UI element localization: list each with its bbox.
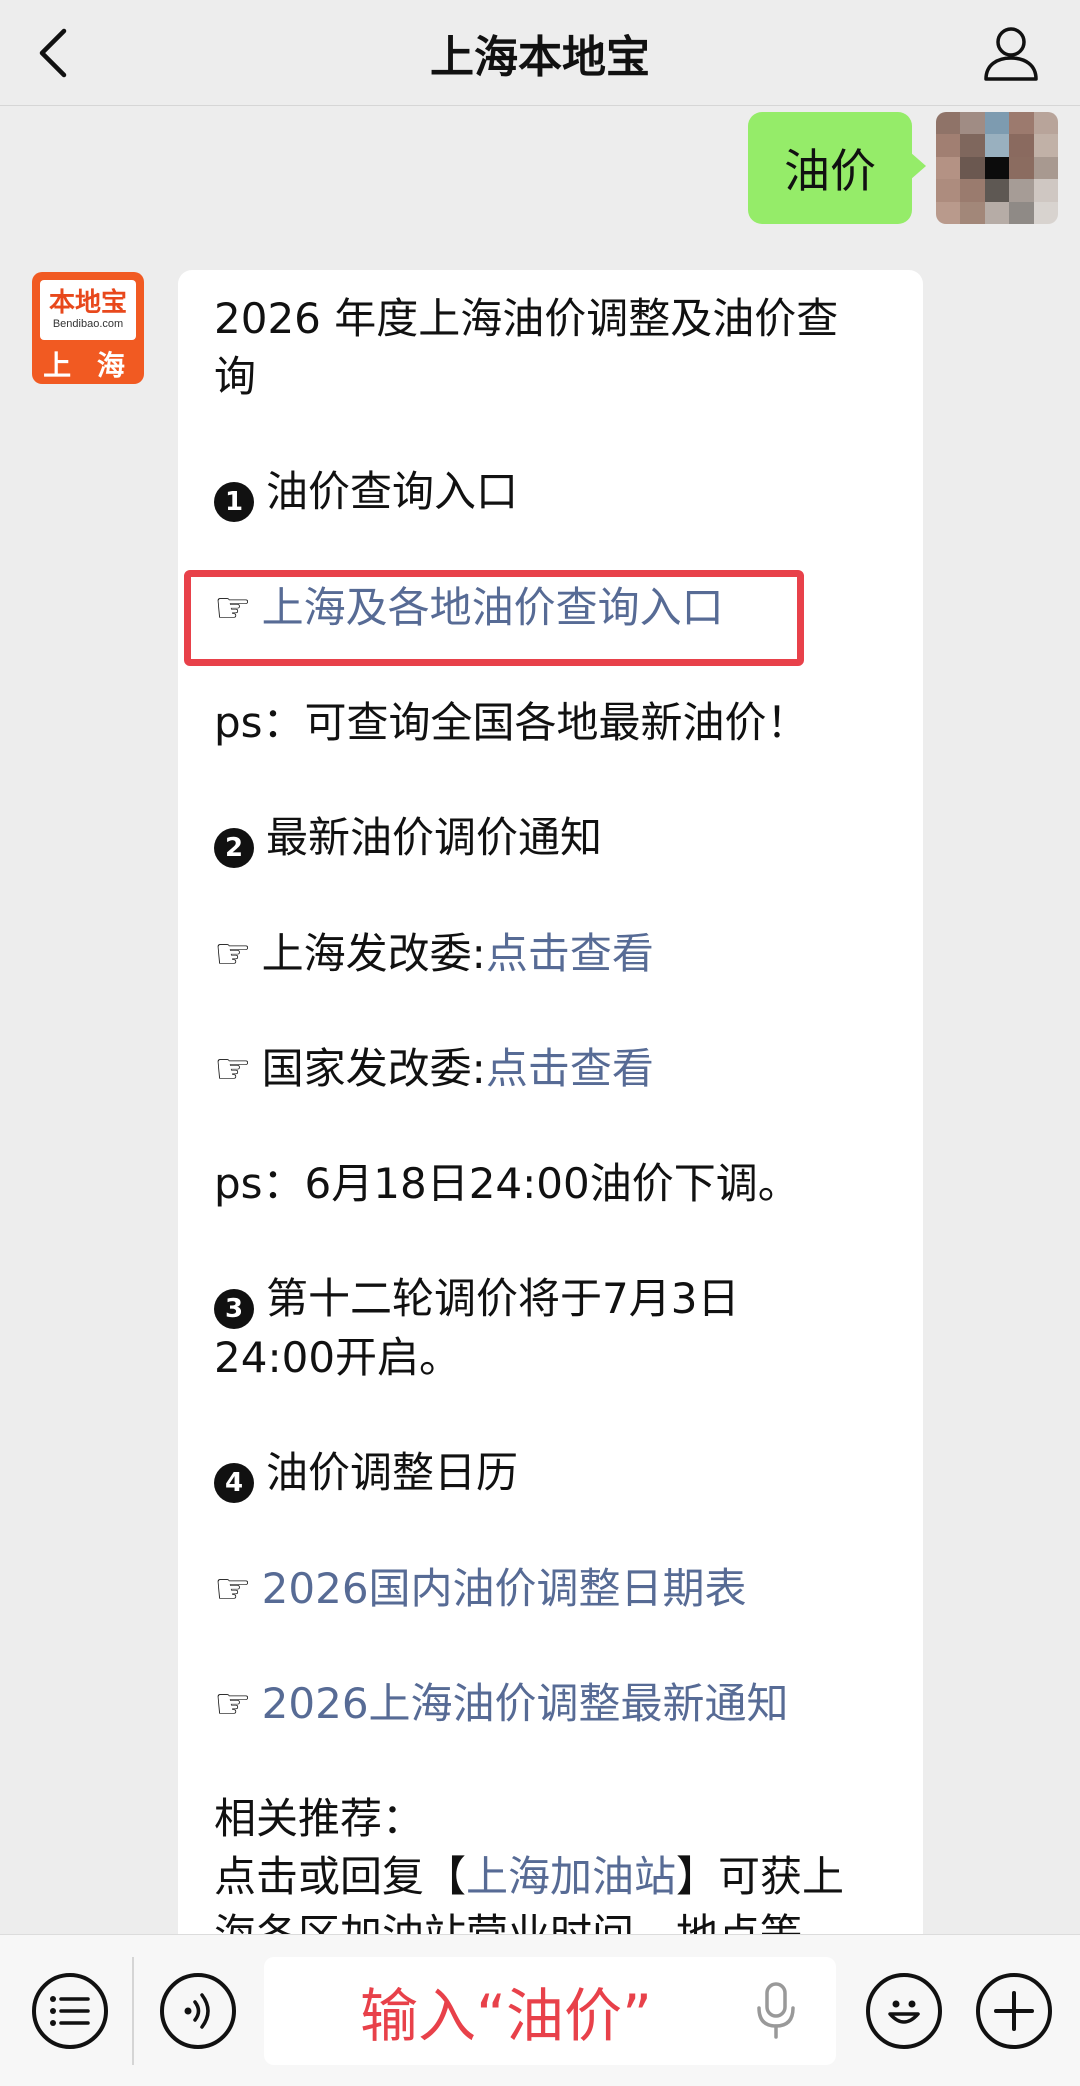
input-toolbar: 输入“油价” bbox=[0, 1934, 1080, 2086]
related-label: 相关推荐： bbox=[214, 1794, 425, 1843]
section-3-line-2: 24:00开启。 bbox=[214, 1333, 462, 1382]
number-badge-1: 1 bbox=[214, 482, 254, 522]
calendar-link-row: ☞ 2026国内油价调整日期表 bbox=[214, 1560, 904, 1618]
national-ndrc-row: ☞ 国家发改委:点击查看 bbox=[214, 1044, 654, 1093]
message-input[interactable]: 输入“油价” bbox=[264, 1957, 836, 2065]
bendibao-avatar[interactable]: 本地宝 Bendibao.com 上 海 bbox=[32, 272, 144, 384]
person-icon bbox=[984, 27, 1038, 81]
number-badge-4: 4 bbox=[214, 1463, 254, 1503]
microphone-icon[interactable] bbox=[754, 1981, 798, 2041]
bendibao-logo: 本地宝 Bendibao.com bbox=[40, 280, 136, 340]
reply-title-line-1: 2026 年度上海油价调整及油价查 bbox=[214, 294, 839, 343]
section-1-heading: 1 油价查询入口 bbox=[214, 463, 904, 522]
reply-content: 2026 年度上海油价调整及油价查 询 1 油价查询入口 ☞ 上海及各地油价查询入口… bbox=[214, 290, 904, 1964]
highlight-frame bbox=[184, 570, 804, 666]
adjustment-note: ps：6月18日24:00油价下调。 bbox=[214, 1159, 800, 1208]
more-actions-button[interactable] bbox=[976, 1973, 1052, 2049]
input-text: 输入“油价” bbox=[360, 1982, 653, 2050]
toolbar-divider bbox=[132, 1957, 134, 2065]
chat-screen: 上海本地宝 油价 本地宝 Bendibao.com 上 海 2026 年度上海油… bbox=[0, 0, 1080, 2086]
shanghai-ndrc-link[interactable]: 点击查看 bbox=[486, 929, 654, 978]
number-badge-2: 2 bbox=[214, 828, 254, 868]
chat-title: 上海本地宝 bbox=[430, 32, 650, 83]
bot-reply-bubble: 2026 年度上海油价调整及油价查 询 1 油价查询入口 ☞ 上海及各地油价查询入口… bbox=[178, 270, 923, 1970]
pointing-hand-icon: ☞ bbox=[214, 929, 252, 978]
menu-button[interactable] bbox=[32, 1973, 108, 2049]
user-message-bubble[interactable]: 油价 bbox=[748, 112, 926, 224]
section-4-heading: 4 油价调整日历 bbox=[214, 1444, 904, 1503]
smiley-icon bbox=[888, 2000, 920, 2024]
pointing-hand-icon: ☞ bbox=[214, 1679, 252, 1728]
national-ndrc-link[interactable]: 点击查看 bbox=[486, 1044, 654, 1093]
voice-mode-button[interactable] bbox=[160, 1973, 236, 2049]
section-2-heading: 2 最新油价调价通知 bbox=[214, 809, 904, 868]
number-badge-3: 3 bbox=[214, 1289, 254, 1329]
emoji-button[interactable] bbox=[866, 1973, 942, 2049]
user-message-row: 油价 bbox=[748, 112, 1058, 224]
menu-list-icon bbox=[50, 1996, 90, 2026]
user-avatar[interactable] bbox=[936, 112, 1058, 224]
section-3-line-1: 3 第十二轮调价将于7月3日 bbox=[214, 1270, 904, 1329]
latest-notice-link[interactable]: 2026上海油价调整最新通知 bbox=[262, 1679, 789, 1728]
plus-icon bbox=[994, 1991, 1034, 2031]
notice-link-row: ☞ 2026上海油价调整最新通知 bbox=[214, 1675, 904, 1733]
related-reply-row: 点击或回复【上海加油站】可获上 bbox=[214, 1852, 845, 1901]
pointing-hand-icon: ☞ bbox=[214, 1564, 252, 1613]
profile-button[interactable] bbox=[976, 18, 1046, 88]
gas-station-link[interactable]: 上海加油站 bbox=[466, 1852, 676, 1901]
avatar-city-label: 上 海 bbox=[43, 349, 133, 382]
navigation-bar: 上海本地宝 bbox=[0, 0, 1080, 106]
adjustment-calendar-link[interactable]: 2026国内油价调整日期表 bbox=[262, 1564, 747, 1613]
voice-wave-icon bbox=[184, 1993, 210, 2029]
reply-title-line-2: 询 bbox=[214, 352, 257, 401]
pointing-hand-icon: ☞ bbox=[214, 1044, 252, 1093]
query-note: ps：可查询全国各地最新油价！ bbox=[214, 698, 809, 747]
shanghai-ndrc-row: ☞ 上海发改委:点击查看 bbox=[214, 929, 654, 978]
